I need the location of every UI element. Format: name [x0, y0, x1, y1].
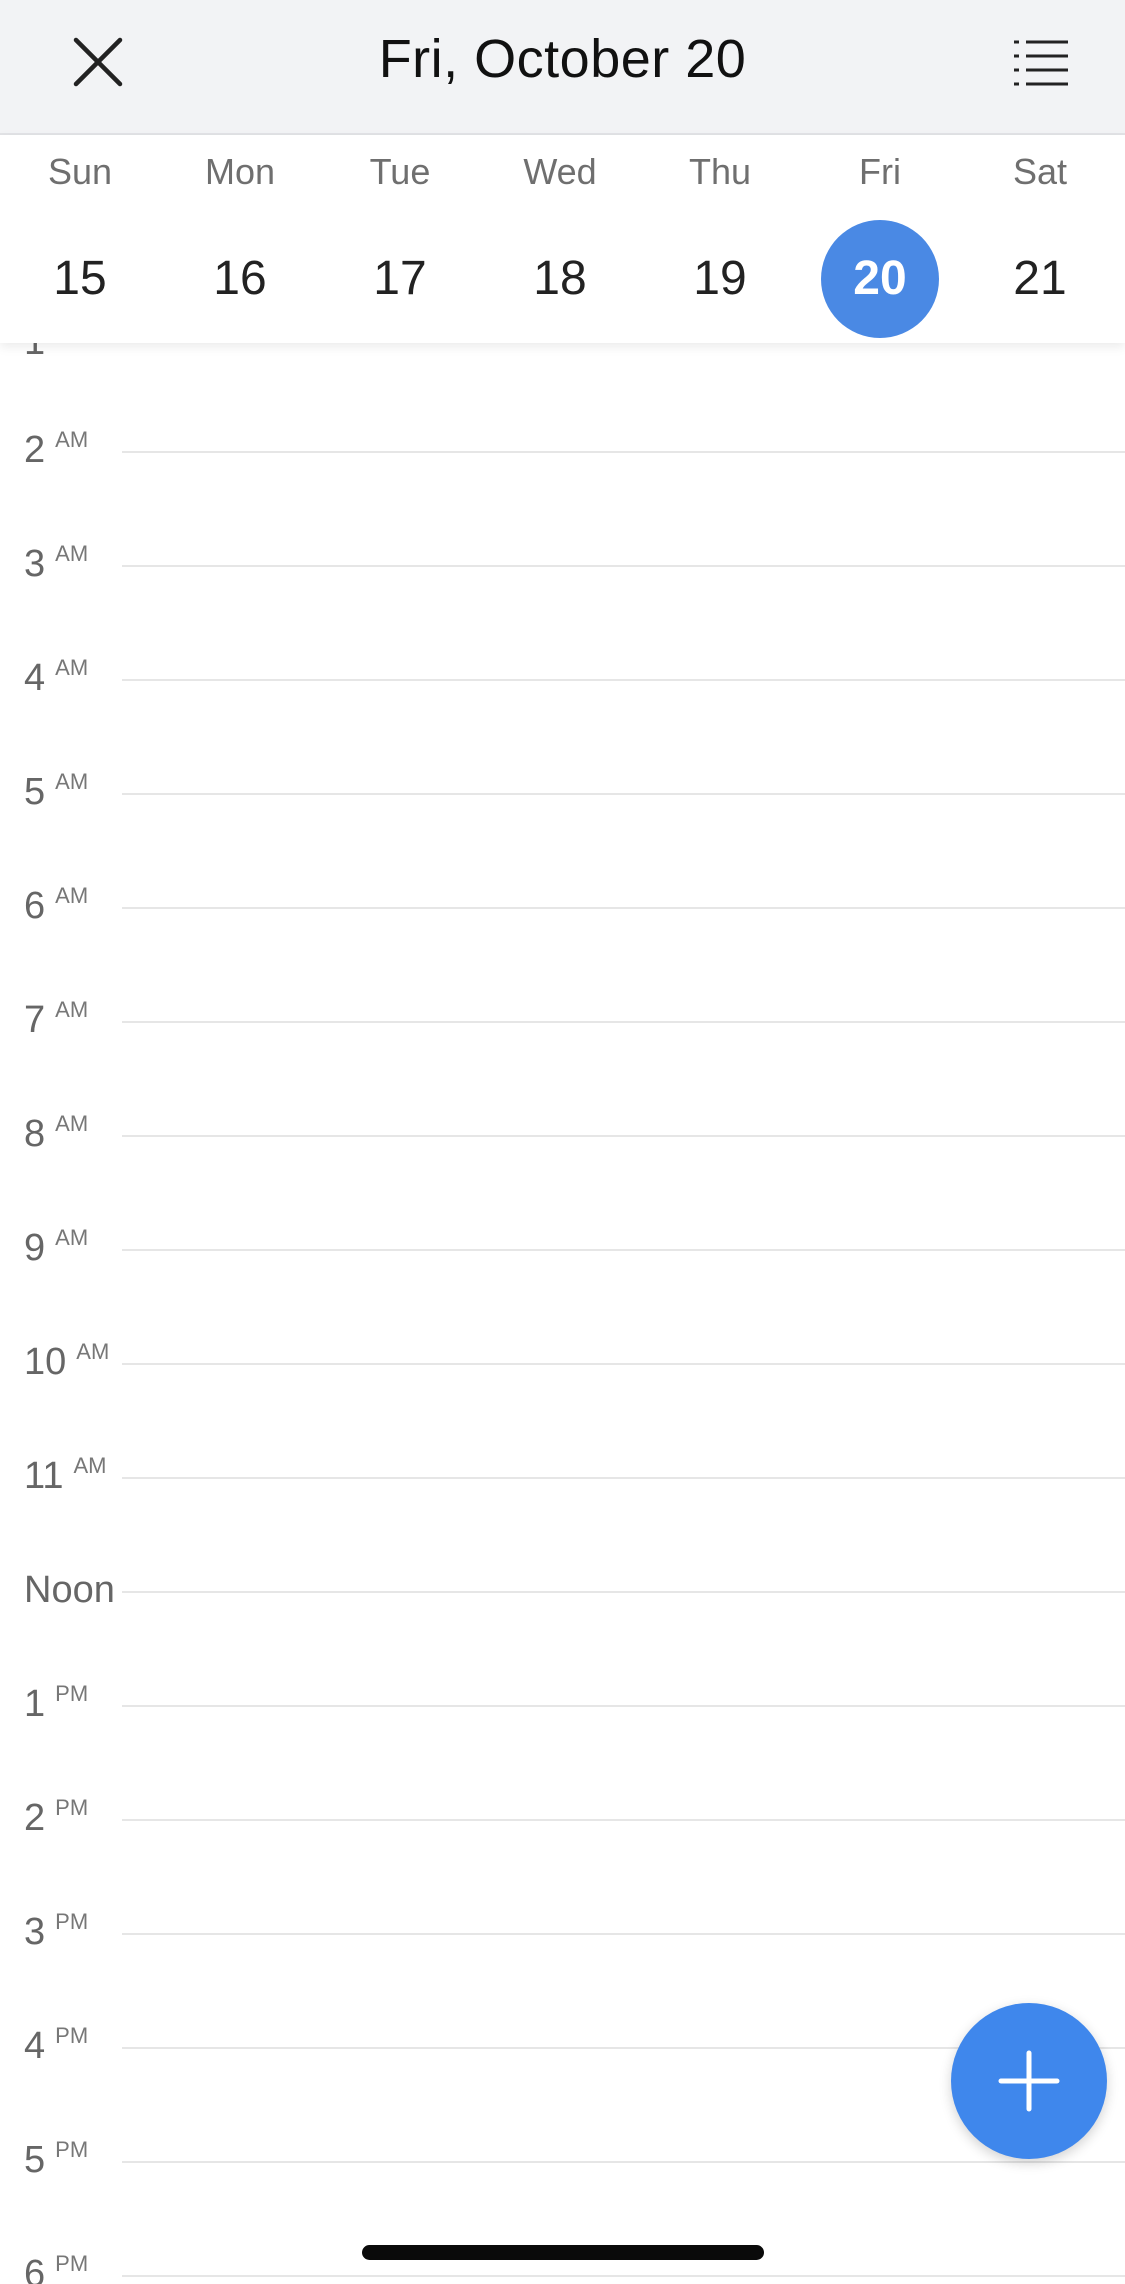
day-name: Sat — [1012, 151, 1068, 192]
hour-divider — [122, 1021, 1125, 1023]
hour-divider — [122, 793, 1125, 795]
hour-row[interactable]: 5 AM — [0, 769, 1125, 907]
hour-row[interactable]: 6 PM — [0, 2251, 1125, 2284]
hour-row[interactable]: 6 AM — [0, 883, 1125, 1021]
hour-divider — [122, 2275, 1125, 2277]
hour-divider — [122, 679, 1125, 681]
hour-row[interactable]: 8 AM — [0, 1111, 1125, 1249]
day-mon[interactable]: Mon 16 — [160, 135, 320, 343]
hour-divider — [122, 565, 1125, 567]
day-wed[interactable]: Wed 18 — [480, 135, 640, 343]
hour-row[interactable]: 1 PM — [0, 1681, 1125, 1819]
day-name: Sun — [47, 151, 113, 192]
week-strip: Sun 15 Mon 16 Tue 17 Wed 18 Thu 19 Fri 2… — [0, 135, 1125, 343]
day-number: 19 — [693, 252, 747, 305]
day-number: 16 — [213, 252, 267, 305]
hour-label: 3 PM — [24, 1909, 89, 1953]
hour-label: 7 AM — [24, 997, 89, 1041]
hour-divider — [122, 1477, 1125, 1479]
hour-label: 2 AM — [24, 427, 89, 471]
day-name: Mon — [204, 151, 276, 192]
day-tue[interactable]: Tue 17 — [320, 135, 480, 343]
day-name: Thu — [688, 151, 752, 192]
hour-label: 1 PM — [24, 1681, 89, 1725]
hour-label: 1AM — [24, 343, 88, 364]
hour-divider — [122, 2161, 1125, 2163]
hour-label: 8 AM — [24, 1111, 89, 1155]
hour-row[interactable]: 7 AM — [0, 997, 1125, 1135]
hour-label: Noon — [24, 1569, 115, 1611]
add-event-button[interactable] — [951, 2003, 1107, 2159]
hour-label: 11 AM — [24, 1453, 107, 1497]
day-number: 17 — [373, 252, 427, 305]
day-thu[interactable]: Thu 19 — [640, 135, 800, 343]
hour-divider — [122, 1933, 1125, 1935]
page-title: Fri, October 20 — [378, 29, 747, 89]
hour-label: 5 PM — [24, 2137, 89, 2181]
plus-icon — [998, 2050, 1060, 2112]
day-name: Fri — [859, 151, 901, 192]
hour-divider — [122, 451, 1125, 453]
hour-divider — [122, 907, 1125, 909]
hour-row[interactable]: 11 AM — [0, 1453, 1125, 1591]
hour-row[interactable]: 3 AM — [0, 541, 1125, 679]
hour-label: 3 AM — [24, 541, 89, 585]
day-sat[interactable]: Sat 21 — [960, 135, 1120, 343]
hour-label: 6 PM — [24, 2251, 89, 2284]
day-number: 21 — [1013, 252, 1067, 305]
hour-label: 4 PM — [24, 2023, 89, 2067]
hour-label: 4 AM — [24, 655, 89, 699]
day-number-selected: 20 — [821, 220, 939, 338]
hour-divider — [122, 1819, 1125, 1821]
hour-divider — [122, 1363, 1125, 1365]
day-name: Tue — [369, 151, 431, 192]
day-sun[interactable]: Sun 15 — [0, 135, 160, 343]
home-indicator — [362, 2245, 764, 2260]
hour-row[interactable]: Noon — [0, 1569, 1125, 1705]
list-icon — [1014, 40, 1068, 86]
hour-row[interactable]: 2 PM — [0, 1795, 1125, 1933]
hour-divider — [122, 1249, 1125, 1251]
day-number: 15 — [53, 252, 107, 305]
hour-row[interactable]: 1AM — [0, 343, 1125, 457]
hour-label: 5 AM — [24, 769, 89, 813]
hour-label: 6 AM — [24, 883, 89, 927]
hour-row[interactable]: 2 AM — [0, 427, 1125, 565]
day-number: 18 — [533, 252, 587, 305]
hour-divider — [122, 1135, 1125, 1137]
list-view-button[interactable] — [1001, 24, 1081, 100]
day-name: Wed — [523, 151, 597, 192]
hour-label: 2 PM — [24, 1795, 89, 1839]
top-bar: Fri, October 20 — [0, 0, 1125, 135]
hour-divider — [122, 1705, 1125, 1707]
hour-label: 10 AM — [24, 1339, 110, 1383]
hour-row[interactable]: 4 AM — [0, 655, 1125, 793]
hour-row[interactable]: 3 PM — [0, 1909, 1125, 2047]
hour-label: 9 AM — [24, 1225, 89, 1269]
day-fri[interactable]: Fri 20 — [800, 135, 960, 343]
hour-row[interactable]: 10 AM — [0, 1339, 1125, 1477]
day-timeline[interactable]: 1AM 2AM 3AM 4AM 5AM 6AM 7AM 8AM 9AM 10AM… — [0, 343, 1125, 2284]
hour-divider — [122, 1591, 1125, 1593]
hour-row[interactable]: 9 AM — [0, 1225, 1125, 1363]
